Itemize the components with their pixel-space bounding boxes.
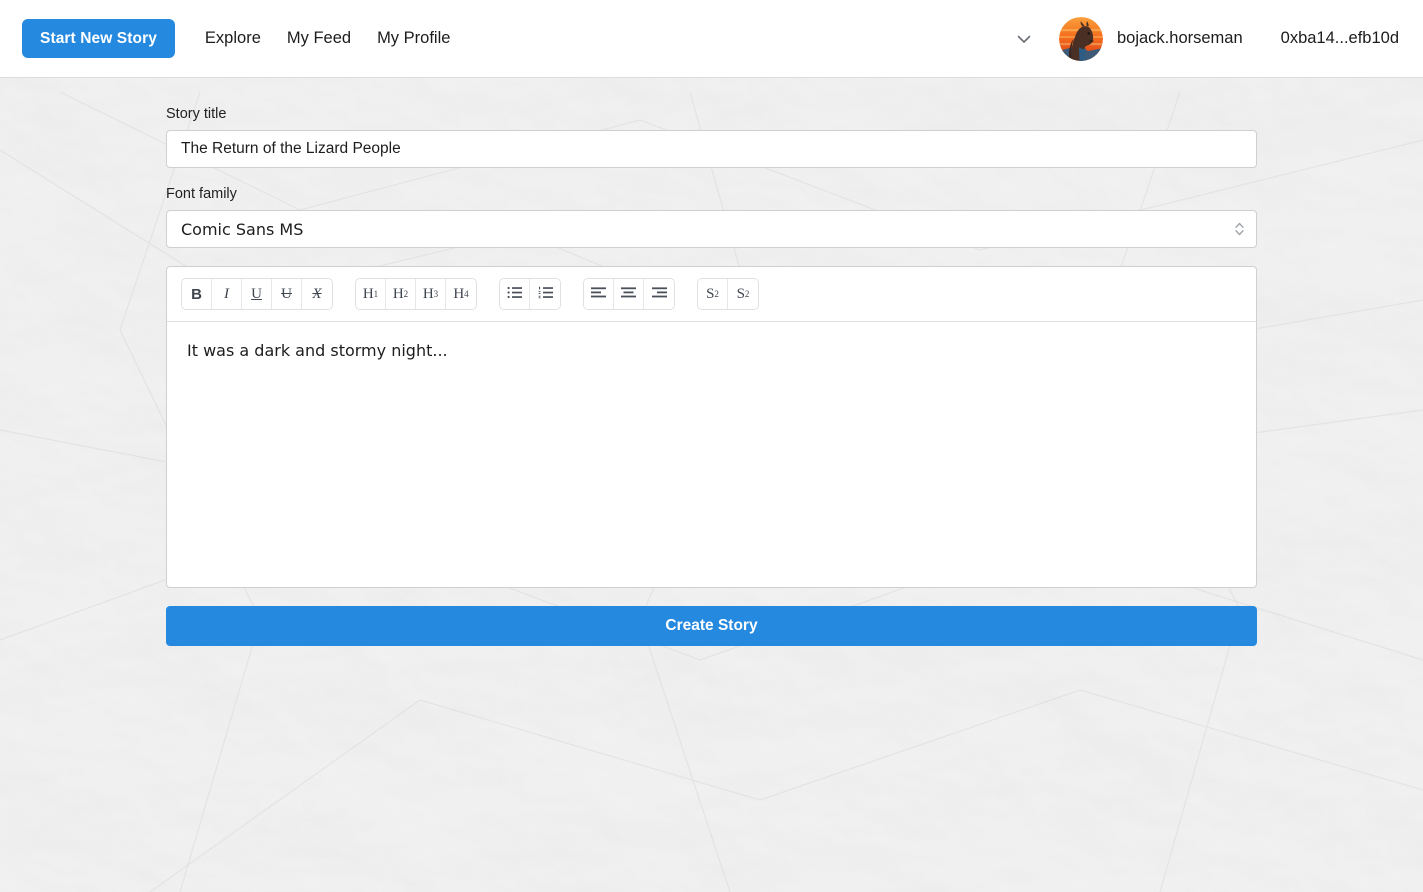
ordered-list-icon <box>538 286 553 303</box>
heading-2-number: 2 <box>403 288 409 299</box>
wallet-address[interactable]: 0xba14...efb10d <box>1281 29 1399 48</box>
avatar[interactable] <box>1058 16 1103 61</box>
underline-button[interactable]: U <box>242 279 272 309</box>
nav-link-my-profile[interactable]: My Profile <box>377 29 450 48</box>
font-family-select-wrap: Comic Sans MS <box>166 210 1257 248</box>
bullet-list-button[interactable] <box>500 279 530 309</box>
font-family-field-block: Font family Comic Sans MS <box>166 186 1257 248</box>
main-content: Story title Font family Comic Sans MS B … <box>0 78 1423 646</box>
nav-link-explore[interactable]: Explore <box>205 29 261 48</box>
nav-link-my-feed[interactable]: My Feed <box>287 29 351 48</box>
italic-button[interactable]: I <box>212 279 242 309</box>
align-right-icon <box>651 286 667 302</box>
heading-3-number: 3 <box>433 288 439 299</box>
align-center-icon <box>621 286 636 302</box>
heading-3-button[interactable]: H3 <box>416 279 446 309</box>
rich-text-editor: B I U U X H1 H2 H3 H4 S 2 S 2 It was a d… <box>166 266 1257 588</box>
heading-2-letter: H <box>392 285 404 302</box>
heading-4-number: 4 <box>464 288 469 299</box>
superscript-number: 2 <box>714 288 719 299</box>
heading-2-button[interactable]: H2 <box>386 279 416 309</box>
font-family-select[interactable]: Comic Sans MS <box>166 210 1257 248</box>
heading-3-letter: H <box>422 285 434 302</box>
navbar-right-section: bojack.horseman 0xba14...efb10d <box>1011 16 1399 61</box>
align-right-button[interactable] <box>644 279 674 309</box>
subscript-button[interactable]: S2 <box>728 279 758 309</box>
username-label: bojack.horseman <box>1116 29 1243 47</box>
strikethrough-button[interactable]: U <box>272 279 302 309</box>
subscript-number: 2 <box>744 288 750 299</box>
align-center-button[interactable] <box>614 279 644 309</box>
subscript-letter: S <box>736 285 745 302</box>
top-navigation-bar: Start New Story Explore My Feed My Profi… <box>0 0 1423 78</box>
story-title-field-block: Story title <box>166 106 1257 168</box>
editor-paragraph: It was a dark and stormy night... <box>187 341 448 360</box>
bullet-list-icon <box>507 286 522 303</box>
heading-1-letter: H <box>362 285 374 302</box>
inline-format-group: B I U U X <box>181 278 333 310</box>
heading-4-letter: H <box>453 285 465 302</box>
font-family-label: Font family <box>166 186 237 202</box>
navbar-left-section: Start New Story Explore My Feed My Profi… <box>22 18 450 59</box>
heading-1-button[interactable]: H1 <box>356 279 386 309</box>
script-group: S2 S2 <box>697 278 759 310</box>
superscript-letter: S <box>706 285 715 302</box>
story-title-label: Story title <box>166 106 227 122</box>
chevron-down-icon[interactable] <box>1011 26 1037 52</box>
editor-content-area[interactable]: It was a dark and stormy night... <box>167 322 1256 587</box>
superscript-button[interactable]: S2 <box>698 279 728 309</box>
start-new-story-button[interactable]: Start New Story <box>22 18 175 59</box>
story-title-input[interactable] <box>166 130 1257 168</box>
bold-button[interactable]: B <box>182 279 212 309</box>
list-group <box>499 278 561 310</box>
align-left-icon <box>591 286 606 302</box>
create-story-button[interactable]: Create Story <box>166 606 1257 646</box>
align-group <box>583 278 675 310</box>
align-left-button[interactable] <box>584 279 614 309</box>
editor-toolbar: B I U U X H1 H2 H3 H4 S 2 S 2 <box>167 267 1256 322</box>
heading-4-button[interactable]: H4 <box>446 279 476 309</box>
ordered-list-button[interactable] <box>530 279 560 309</box>
font-family-selected-value: Comic Sans MS <box>181 219 304 239</box>
clear-format-button[interactable]: X <box>302 279 332 309</box>
heading-1-number: 1 <box>373 288 379 299</box>
heading-group: H1 H2 H3 H4 <box>355 278 477 310</box>
